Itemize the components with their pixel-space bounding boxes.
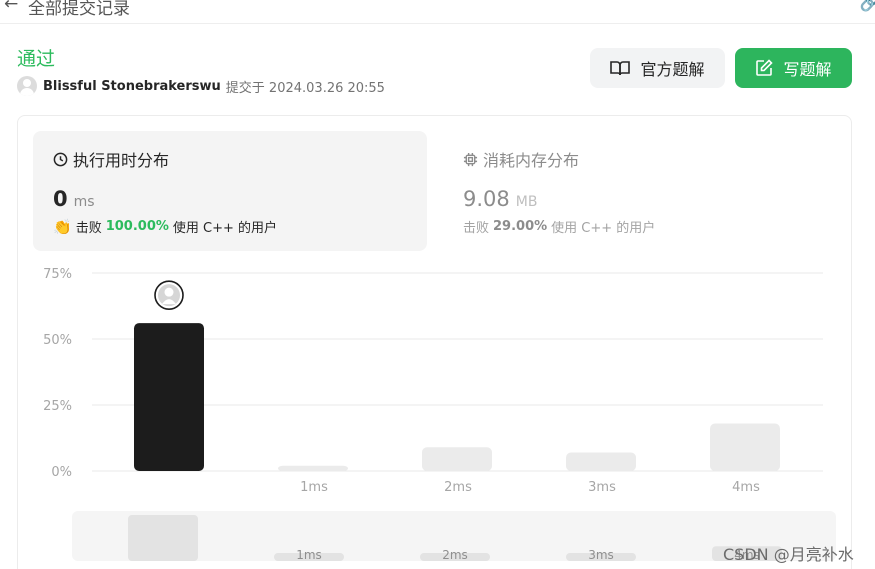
- watermark: CSDN @月亮补水: [723, 545, 854, 564]
- runtime-distribution-chart: 0%25%50%75%1ms 2ms 3ms 4ms1ms 2ms 3ms 4ms: [43, 267, 836, 562]
- bar-1ms[interactable]: [278, 465, 348, 471]
- avatar-head-icon: [164, 287, 174, 297]
- overview-tick-label: 2ms: [442, 548, 468, 562]
- overview-tick-label: 1ms: [296, 548, 322, 562]
- bar-0ms[interactable]: [134, 323, 204, 471]
- x-tick-label: 2ms: [444, 480, 472, 495]
- y-tick-label: 50%: [43, 333, 72, 348]
- bar-3ms[interactable]: [566, 452, 636, 471]
- bar-2ms[interactable]: [422, 447, 492, 471]
- y-tick-label: 0%: [51, 465, 72, 480]
- y-tick-label: 75%: [43, 267, 72, 282]
- y-tick-label: 25%: [43, 399, 72, 414]
- x-tick-label: 4ms: [732, 480, 760, 495]
- x-tick-label: 1ms: [300, 480, 328, 495]
- x-tick-label: 3ms: [588, 480, 616, 495]
- overview-tick-label: 3ms: [588, 548, 614, 562]
- overview-bar: [128, 515, 198, 561]
- bar-4ms[interactable]: [710, 423, 780, 471]
